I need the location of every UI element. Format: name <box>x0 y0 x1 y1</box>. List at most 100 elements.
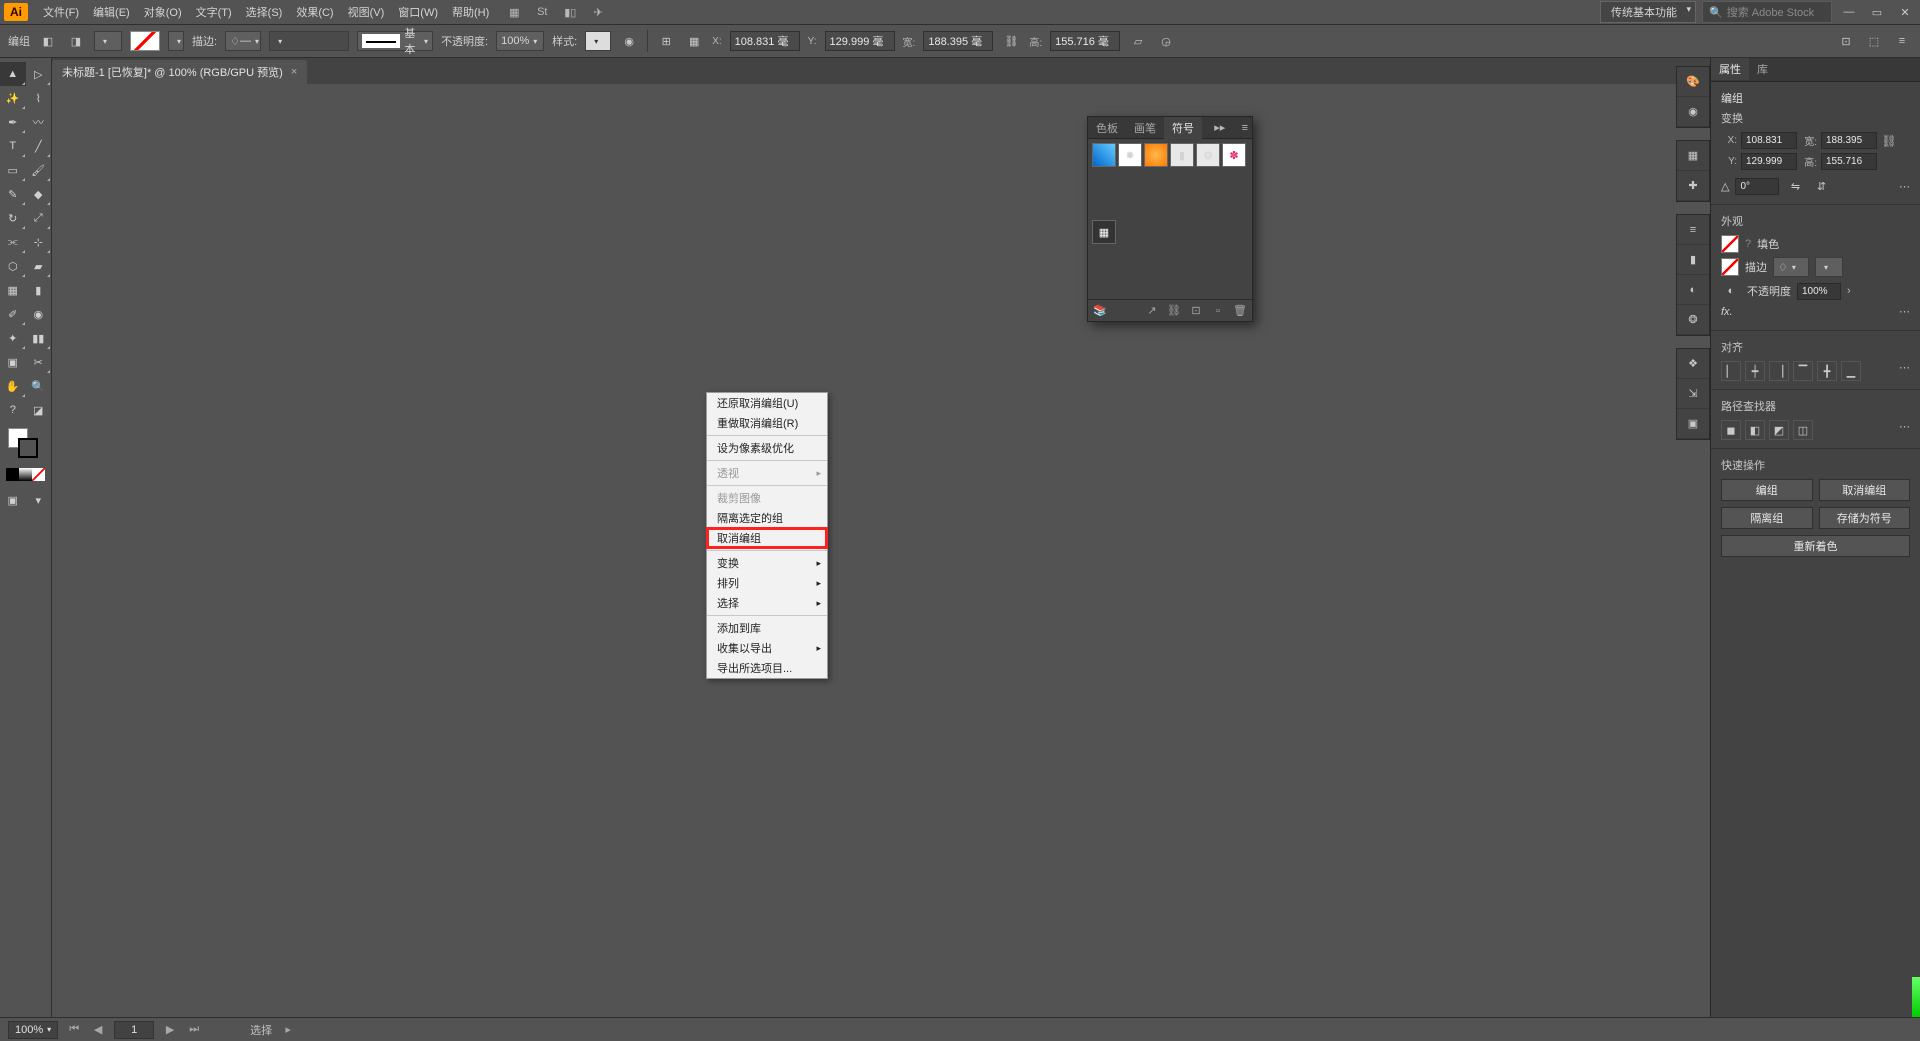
quick-isolate-button[interactable]: 隔离组 <box>1721 507 1813 529</box>
symbol-options-icon[interactable]: ⊡ <box>1188 303 1204 319</box>
symbol-swatch[interactable]: ▮ <box>1170 143 1194 167</box>
screen-mode-dropdown[interactable]: ▾ <box>26 488 52 512</box>
shape-builder-tool[interactable]: ⬡ <box>0 254 26 278</box>
ctx-select[interactable]: 选择▸ <box>707 593 827 613</box>
align-bottom[interactable]: ▁ <box>1841 361 1861 381</box>
window-close[interactable]: ✕ <box>1894 4 1916 20</box>
panel-tab-brushes[interactable]: 画笔 <box>1126 117 1164 139</box>
type-tool[interactable]: T <box>0 134 26 158</box>
libraries-tab[interactable]: 库 <box>1749 58 1776 80</box>
magic-wand-tool[interactable]: ✨ <box>0 86 26 110</box>
stroke-weight[interactable]: ♢ —▾ <box>225 31 261 51</box>
selection-tool[interactable]: ▲ <box>0 62 26 86</box>
symbol-library-icon[interactable]: 📚 <box>1092 303 1108 319</box>
setup-icon[interactable]: ≡ <box>1892 31 1912 51</box>
color-mode-gradient[interactable] <box>19 468 32 481</box>
opacity-value-prop[interactable]: 100% <box>1797 283 1841 300</box>
window-minimize[interactable]: — <box>1838 4 1860 20</box>
quick-group-button[interactable]: 编组 <box>1721 479 1813 501</box>
gradient-tool[interactable]: ▮ <box>26 278 52 302</box>
prop-x-value[interactable]: 108.831 <box>1741 132 1797 149</box>
symbol-swatch[interactable] <box>1092 143 1116 167</box>
last-artboard-icon[interactable]: ⏭ <box>186 1022 202 1038</box>
quick-save-symbol-button[interactable]: 存储为符号 <box>1819 507 1911 529</box>
stroke-icon[interactable]: ◨ <box>66 31 86 51</box>
pathfinder-intersect[interactable]: ◩ <box>1769 420 1789 440</box>
place-symbol-icon[interactable]: ↗ <box>1144 303 1160 319</box>
color-mode-solid[interactable] <box>6 468 19 481</box>
shape-icon[interactable]: ▱ <box>1128 31 1148 51</box>
fx-label[interactable]: fx. <box>1721 306 1733 318</box>
toggle-fill-stroke[interactable]: ? <box>0 398 26 422</box>
pen-tool[interactable]: ✒ <box>0 110 26 134</box>
panel-collapse-icon[interactable]: ▸▸ <box>1210 121 1229 134</box>
brushes-panel-icon[interactable]: ✚ <box>1677 171 1709 201</box>
symbol-swatch[interactable] <box>1144 143 1168 167</box>
prop-rotation[interactable]: 0° <box>1735 178 1779 195</box>
panel-tab-symbols[interactable]: 符号 <box>1164 117 1202 139</box>
brush-definition[interactable]: ▾ <box>269 31 349 51</box>
break-link-icon[interactable]: ⛓ <box>1166 303 1182 319</box>
stock-icon[interactable]: St <box>534 4 550 20</box>
stroke-swatch-dd[interactable]: ▾ <box>168 31 184 51</box>
opacity-value[interactable]: 100%▾ <box>496 31 544 51</box>
shaper-tool[interactable]: ✎ <box>0 182 26 206</box>
line-tool[interactable]: ╱ <box>26 134 52 158</box>
ctx-redo-ungroup[interactable]: 重做取消编组(R) <box>707 413 827 433</box>
layers-panel-icon[interactable]: ❖ <box>1677 349 1709 379</box>
prev-artboard-icon[interactable]: ◀ <box>90 1022 106 1038</box>
prop-w-value[interactable]: 188.395 <box>1821 132 1877 149</box>
ctx-add-to-library[interactable]: 添加到库 <box>707 618 827 638</box>
asset-export-icon[interactable]: ⇲ <box>1677 379 1709 409</box>
ctx-transform[interactable]: 变换▸ <box>707 553 827 573</box>
align-left[interactable]: ▏ <box>1721 361 1741 381</box>
flip-vertical-icon[interactable]: ⇵ <box>1811 176 1831 196</box>
document-tab[interactable]: 未标题-1 [已恢复]* @ 100% (RGB/GPU 预览) × <box>52 60 307 84</box>
menu-view[interactable]: 视图(V) <box>341 0 392 24</box>
menu-object[interactable]: 对象(O) <box>137 0 189 24</box>
screen-mode-normal[interactable]: ▣ <box>0 488 26 512</box>
color-mode-none[interactable] <box>32 468 45 481</box>
menu-select[interactable]: 选择(S) <box>239 0 290 24</box>
align-icon[interactable]: ⊞ <box>656 31 676 51</box>
ctrl-x-value[interactable]: 108.831 毫 <box>730 31 800 51</box>
symbol-swatch[interactable]: ✽ <box>1222 143 1246 167</box>
stroke-panel-icon[interactable]: ≡ <box>1677 215 1709 245</box>
workspace-switcher[interactable]: 传统基本功能 <box>1600 1 1696 23</box>
menu-file[interactable]: 文件(F) <box>36 0 86 24</box>
panel-menu-icon[interactable]: ≡ <box>1238 122 1252 134</box>
ctrl-y-value[interactable]: 129.999 毫 <box>825 31 895 51</box>
prop-y-value[interactable]: 129.999 <box>1741 153 1797 170</box>
blend-tool[interactable]: ◉ <box>26 302 52 326</box>
status-menu-icon[interactable]: ▸ <box>280 1022 296 1038</box>
color-guide-icon[interactable]: ◉ <box>1677 97 1709 127</box>
transform-icon[interactable]: ▦ <box>684 31 704 51</box>
rectangle-tool[interactable]: ▭ <box>0 158 26 182</box>
symbol-swatch[interactable]: ⚙ <box>1196 143 1220 167</box>
color-panel-icon[interactable]: 🎨 <box>1677 67 1709 97</box>
stroke-weight-prop[interactable]: ♢▾ <box>1773 257 1809 277</box>
zoom-level[interactable]: 100%▾ <box>8 1021 58 1039</box>
free-transform-tool[interactable]: ⊹ <box>26 230 52 254</box>
graphic-style[interactable]: ▾ <box>585 31 611 51</box>
symbol-swatch[interactable]: ▦ <box>1092 220 1116 244</box>
mesh-tool[interactable]: ▦ <box>0 278 26 302</box>
pathfinder-exclude[interactable]: ◫ <box>1793 420 1813 440</box>
paintbrush-tool[interactable]: 🖌 <box>26 158 52 182</box>
ctrl-w-value[interactable]: 188.395 毫 <box>923 31 993 51</box>
pathfinder-minus-front[interactable]: ◧ <box>1745 420 1765 440</box>
appearance-more-icon[interactable]: ⋯ <box>1899 305 1910 318</box>
link-wh-icon[interactable]: ⛓ <box>1881 134 1897 148</box>
fill-icon[interactable]: ◧ <box>38 31 58 51</box>
quick-recolor-button[interactable]: 重新着色 <box>1721 535 1910 557</box>
corner-icon[interactable]: ◶ <box>1156 31 1176 51</box>
symbol-swatch[interactable]: ✸ <box>1118 143 1142 167</box>
swatches-panel-icon[interactable]: ▦ <box>1677 141 1709 171</box>
ctx-undo-ungroup[interactable]: 还原取消编组(U) <box>707 393 827 413</box>
ctx-pixel-perfect[interactable]: 设为像素级优化 <box>707 438 827 458</box>
prop-h-value[interactable]: 155.716 <box>1821 153 1877 170</box>
menu-type[interactable]: 文字(T) <box>189 0 239 24</box>
align-vcenter[interactable]: ╋ <box>1817 361 1837 381</box>
ctx-collect-export[interactable]: 收集以导出▸ <box>707 638 827 658</box>
new-symbol-icon[interactable]: ▫ <box>1210 303 1226 319</box>
